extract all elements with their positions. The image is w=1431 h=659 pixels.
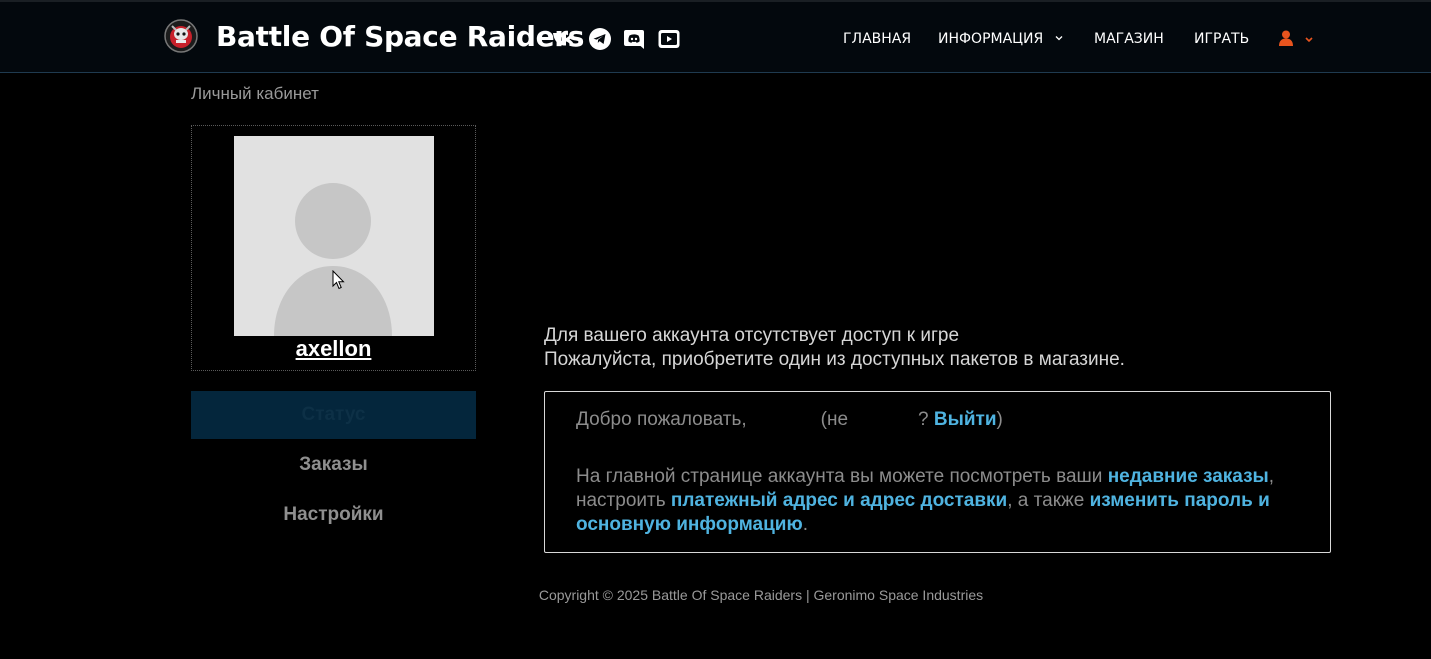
- menu-status[interactable]: Статус: [191, 391, 476, 439]
- mouse-cursor-icon: [332, 270, 345, 290]
- youtube-icon[interactable]: [657, 27, 681, 51]
- site-title[interactable]: Battle Of Space Raiders: [216, 20, 584, 53]
- nav-shop[interactable]: МАГАЗИН: [1094, 31, 1164, 47]
- welcome-greeting: Добро пожаловать,: [576, 409, 747, 430]
- address-link[interactable]: платежный адрес и адрес доставки: [671, 490, 1007, 511]
- account-description: На главной странице аккаунта вы можете п…: [576, 465, 1296, 537]
- avatar-placeholder-icon: [234, 136, 434, 336]
- telegram-icon[interactable]: [588, 27, 612, 51]
- vk-icon[interactable]: [552, 27, 576, 51]
- discord-icon[interactable]: [622, 27, 646, 51]
- welcome-box: Добро пожаловать, (не? Выйти) На главной …: [544, 391, 1331, 553]
- recent-orders-link[interactable]: недавние заказы: [1108, 466, 1269, 487]
- desc-text-3: , а также: [1007, 490, 1090, 511]
- footer-copyright: Copyright © 2025 Battle Of Space Raiders…: [538, 587, 984, 603]
- welcome-question: ?: [918, 409, 929, 430]
- welcome-close-paren: ): [996, 409, 1003, 430]
- welcome-line: Добро пожаловать, (не? Выйти): [576, 409, 1003, 431]
- avatar: [234, 136, 434, 336]
- menu-settings[interactable]: Настройки: [191, 495, 476, 535]
- notice-line-1: Для вашего аккаунта отсутствует доступ к…: [544, 325, 960, 346]
- desc-text-4: .: [802, 514, 808, 535]
- nav-home[interactable]: ГЛАВНАЯ: [843, 31, 911, 47]
- desc-text-1: На главной странице аккаунта вы можете п…: [576, 466, 1108, 487]
- site-logo-icon[interactable]: [163, 18, 199, 54]
- logout-link[interactable]: Выйти: [934, 409, 997, 430]
- nav-play[interactable]: ИГРАТЬ: [1194, 31, 1249, 47]
- username-link[interactable]: axellon: [192, 336, 475, 362]
- nav-info[interactable]: ИНФОРМАЦИЯ: [938, 31, 1043, 47]
- notice-line-2: Пожалуйста, приобретите один из доступны…: [544, 349, 1125, 370]
- page-title: Личный кабинет: [191, 84, 319, 103]
- site-header: Battle Of Space Raiders ГЛАВНАЯ ИНФОРМАЦ…: [0, 0, 1431, 73]
- profile-card: axellon: [191, 125, 476, 371]
- welcome-not: (не: [820, 409, 849, 430]
- no-access-notice: Для вашего аккаунта отсутствует доступ к…: [544, 324, 1125, 372]
- chevron-down-icon[interactable]: [1054, 33, 1064, 43]
- user-account-icon[interactable]: [1276, 28, 1316, 50]
- menu-orders[interactable]: Заказы: [191, 445, 476, 485]
